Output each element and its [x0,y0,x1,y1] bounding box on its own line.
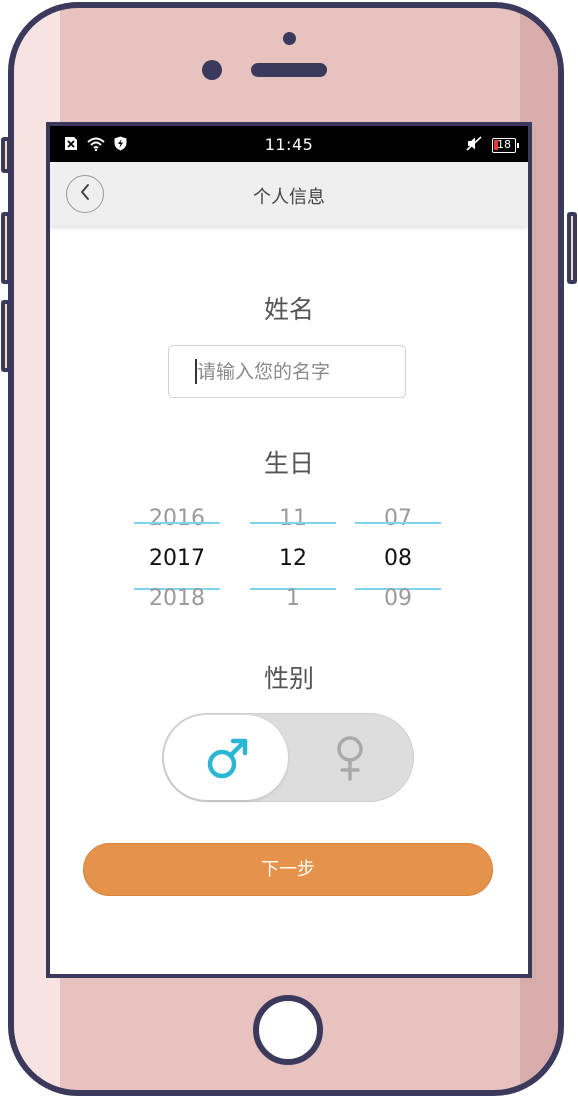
phone-side-button-top [1,137,11,173]
gender-option-male[interactable] [164,715,288,800]
month-picker-line-top [250,522,336,524]
gender-section-title: 性别 [263,664,314,693]
phone-speaker [251,63,327,77]
month-picker[interactable]: 11 12 1 [250,506,336,616]
text-caret [195,359,197,384]
status-right-icons: 18 [466,136,519,155]
female-symbol-icon [333,734,367,786]
day-selected: 08 [384,546,412,571]
day-prev: 07 [384,506,412,531]
gender-toggle[interactable] [162,713,414,802]
phone-sensor [202,60,222,80]
gender-option-female[interactable] [289,714,413,801]
name-input[interactable] [168,345,406,398]
year-picker-line-top [134,522,220,524]
battery-icon: 18 [492,138,519,153]
phone-side-button-volume-up [1,212,11,284]
name-section-title: 姓名 [263,295,314,324]
month-selected: 12 [279,546,307,571]
mute-icon [466,136,482,155]
next-step-button[interactable]: 下一步 [83,843,493,896]
phone-side-button-power [567,212,577,284]
year-picker[interactable]: 2016 2017 2018 [134,506,220,616]
status-bar: 11:45 18 [50,126,528,162]
birthday-section-title: 生日 [263,449,314,478]
phone-home-button[interactable] [253,995,323,1065]
year-prev: 2016 [149,506,205,531]
page-title: 个人信息 [253,187,325,208]
day-picker[interactable]: 07 08 09 [355,506,441,616]
day-next: 09 [384,586,412,611]
month-next: 1 [286,586,300,611]
day-picker-line-top [355,522,441,524]
app-screen: 11:45 18 个人信息 姓名 生日 [46,122,532,978]
nav-bar: 个人信息 [50,162,528,226]
month-prev: 11 [279,506,307,531]
year-selected: 2017 [149,546,205,571]
battery-level: 18 [497,138,511,151]
phone-side-button-volume-down [1,300,11,372]
male-symbol-icon [206,736,250,784]
status-time: 11:45 [264,135,314,154]
year-next: 2018 [149,586,205,611]
phone-front-camera [283,32,296,45]
